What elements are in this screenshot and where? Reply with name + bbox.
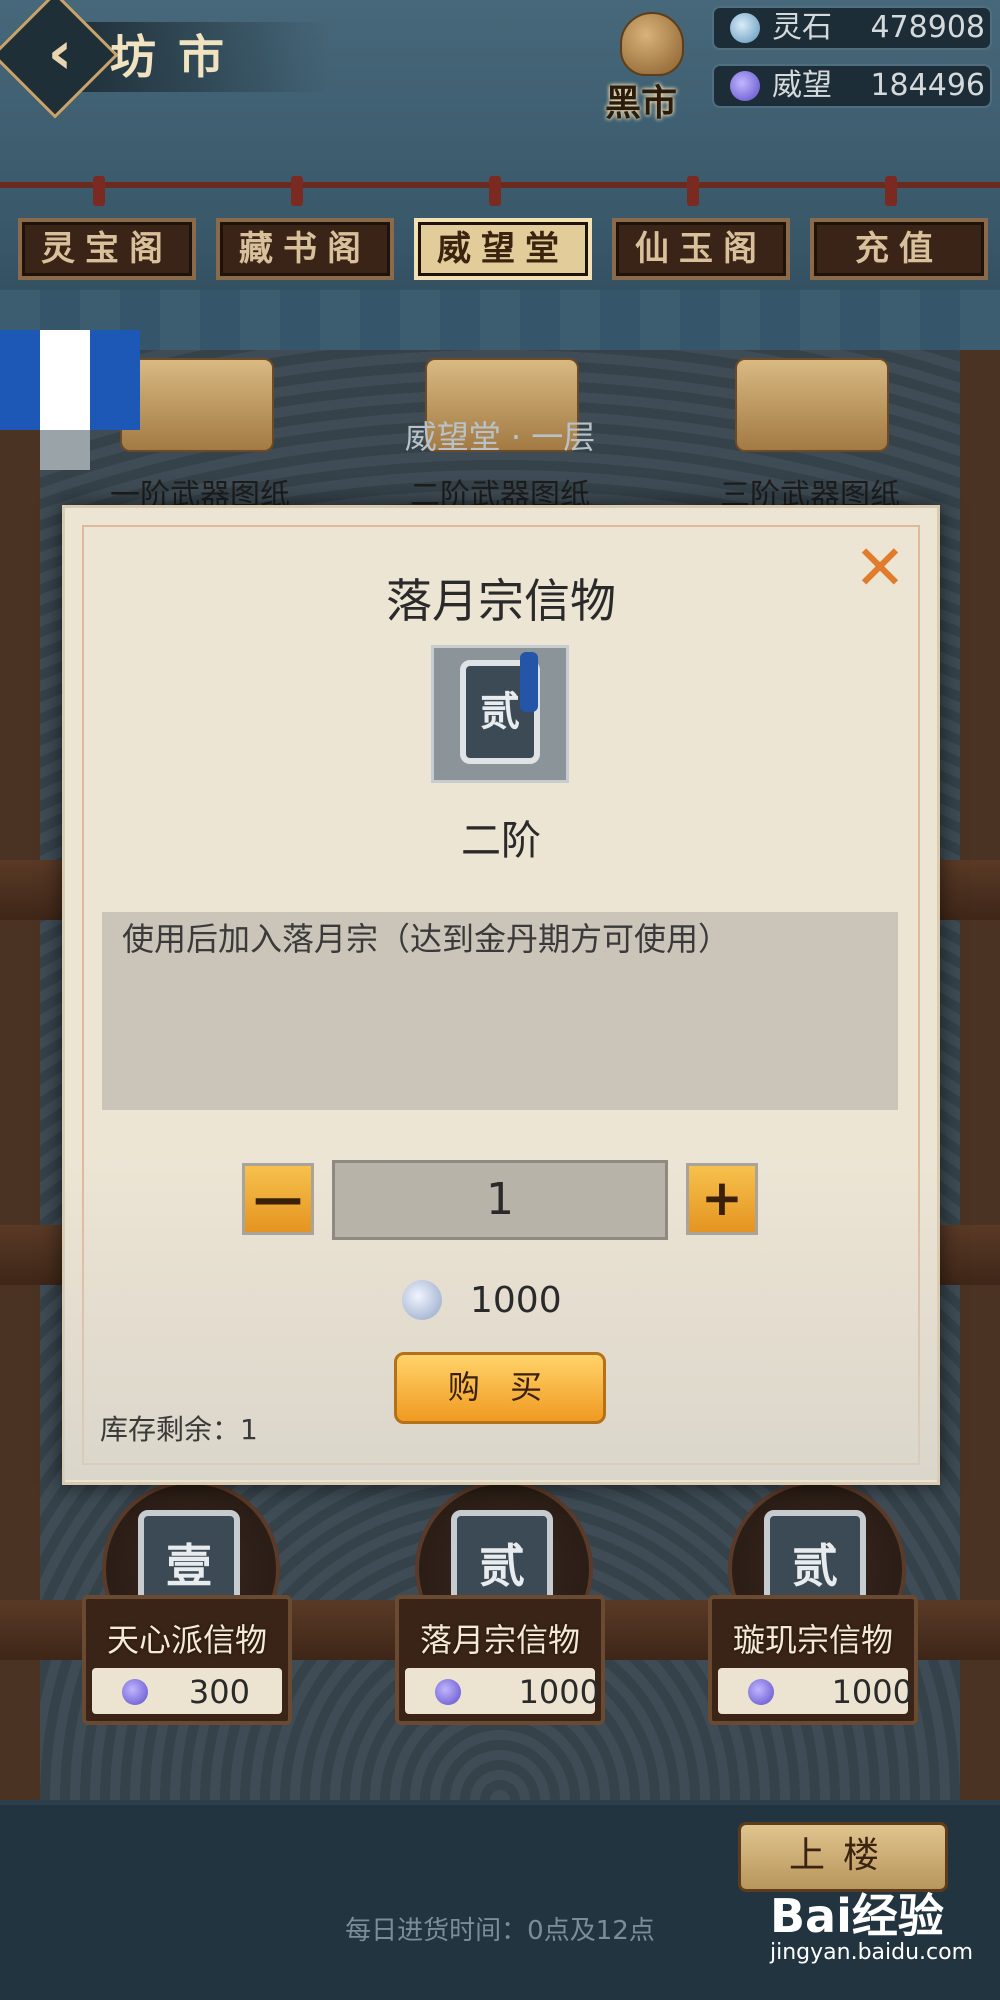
avatar-part — [40, 430, 90, 470]
tassel-icon — [520, 652, 538, 712]
prestige-icon — [435, 1679, 461, 1705]
avatar-part — [40, 330, 90, 430]
avatar-part — [90, 330, 140, 430]
avatar[interactable] — [0, 330, 40, 430]
total-price: 1000 — [470, 1280, 562, 1321]
watermark-url: jingyan.baidu.com — [770, 1940, 974, 1965]
increase-quantity-button[interactable]: + — [686, 1163, 758, 1235]
shop-item-price: 300 — [188, 1673, 250, 1711]
rope-knot — [93, 176, 105, 206]
stock-remaining: 库存剩余：1 — [100, 1413, 258, 1446]
black-market-bag-icon[interactable] — [620, 12, 684, 76]
tab-recharge[interactable]: 充值 — [810, 218, 988, 280]
spirit-stone-label: 灵石 — [772, 10, 832, 45]
spirit-flame-icon — [402, 1280, 442, 1320]
prestige-icon — [730, 71, 760, 101]
tab-cangshu[interactable]: 藏书阁 — [216, 218, 394, 280]
decrease-quantity-button[interactable]: — — [242, 1163, 314, 1235]
page-title: 坊市 — [110, 30, 246, 84]
shop-item-price: 1000 — [831, 1673, 913, 1711]
tab-xianyu[interactable]: 仙玉阁 — [612, 218, 790, 280]
shop-item-name: 璇玑宗信物 — [732, 1621, 893, 1659]
rope-knot — [489, 176, 501, 206]
spirit-stone-icon — [730, 13, 760, 43]
floor-title: 威望堂 · 一层 — [404, 418, 596, 456]
item-grade: 二阶 — [461, 818, 541, 864]
dialog-title: 落月宗信物 — [386, 574, 616, 628]
prestige-value: 184496 — [870, 68, 985, 103]
shop-item-name: 落月宗信物 — [419, 1621, 580, 1659]
rope-knot — [885, 176, 897, 206]
tab-lingbao[interactable]: 灵宝阁 — [18, 218, 196, 280]
black-market-label[interactable]: 黑市 — [605, 74, 677, 126]
back-chevron-icon: ‹ — [47, 18, 73, 88]
prestige-label: 威望 — [772, 68, 832, 103]
tab-weiwang[interactable]: 威望堂 — [414, 218, 592, 280]
rope-knot — [291, 176, 303, 206]
quantity-field[interactable]: 1 — [332, 1160, 668, 1240]
spirit-stone-value: 478908 — [870, 10, 985, 45]
rope-knot — [687, 176, 699, 206]
item-description: 使用后加入落月宗（达到金丹期方可使用） — [122, 920, 731, 958]
prestige-icon — [748, 1679, 774, 1705]
shop-item-price: 1000 — [518, 1673, 600, 1711]
watermark-brand: Bai经验 — [770, 1889, 944, 1943]
buy-button[interactable]: 购 买 — [394, 1352, 606, 1424]
shop-item-name: 天心派信物 — [106, 1621, 267, 1659]
